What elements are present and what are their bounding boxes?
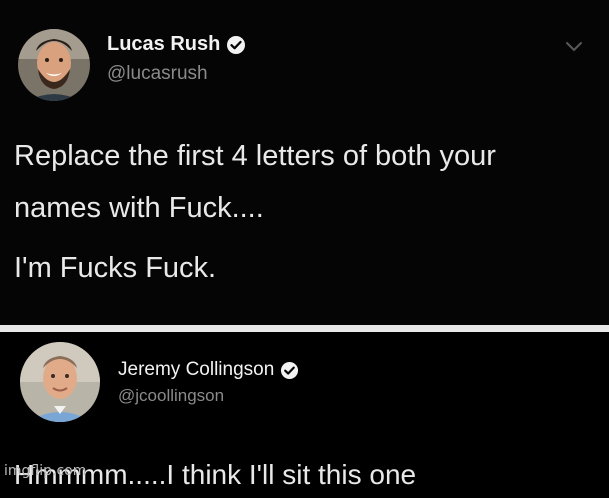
author-name[interactable]: Lucas Rush xyxy=(107,33,220,56)
author-handle[interactable]: @jcoollingson xyxy=(118,386,224,406)
verified-badge-icon xyxy=(226,35,246,55)
tweet-card-lucas[interactable]: Lucas Rush @lucasrush Replace the first … xyxy=(0,0,609,325)
imgflip-watermark: imgflip.com xyxy=(4,463,87,479)
author-line-jeremy: Jeremy Collingson xyxy=(118,359,299,381)
avatar-lucas[interactable] xyxy=(18,29,90,101)
verified-badge-icon xyxy=(280,361,299,380)
tweet-text-line-1: Replace the first 4 letters of both your xyxy=(14,140,496,172)
tweet-card-jeremy[interactable]: Jeremy Collingson @jcoollingson Hmmmm...… xyxy=(0,332,609,490)
screenshot-divider xyxy=(0,325,609,332)
author-line-lucas: Lucas Rush xyxy=(107,33,246,56)
avatar-jeremy[interactable] xyxy=(20,342,100,422)
author-handle[interactable]: @lucasrush xyxy=(107,63,208,85)
tweet-text-line-3: I'm Fucks Fuck. xyxy=(14,252,217,284)
tweet-text-line-2: names with Fuck.... xyxy=(14,192,264,224)
author-name[interactable]: Jeremy Collingson xyxy=(118,359,274,381)
chevron-down-icon[interactable] xyxy=(565,40,583,58)
